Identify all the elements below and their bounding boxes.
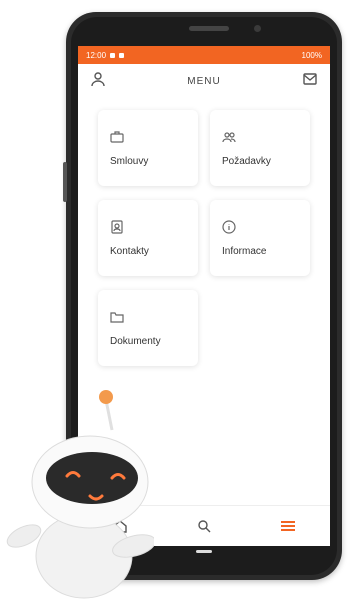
menu-card-label: Smlouvy [110,156,149,167]
mail-icon[interactable] [302,71,318,92]
robot-mascot [6,390,154,599]
menu-card-pozadavky[interactable]: Požadavky [210,110,310,186]
phone-camera [254,25,261,32]
people-icon [222,132,236,143]
menu-card-label: Dokumenty [110,336,161,347]
menu-card-label: Kontakty [110,246,149,257]
notification-icon [110,52,116,58]
app-bar: MENU [78,64,330,98]
home-indicator [196,550,212,553]
menu-card-label: Požadavky [222,156,271,167]
info-icon [222,220,236,234]
search-icon[interactable] [192,514,216,538]
folder-icon [110,312,124,323]
status-time: 12:00 [86,50,107,60]
menu-icon[interactable] [276,514,300,538]
user-icon[interactable] [90,71,106,92]
notification-icon [119,52,125,58]
menu-card-label: Informace [222,246,267,257]
contacts-icon [111,220,123,234]
status-bar: 12:00 100% [78,46,330,64]
side-button [63,162,67,202]
briefcase-icon [110,131,124,143]
page-title: MENU [187,75,221,87]
menu-card-kontakty[interactable]: Kontakty [98,200,198,276]
menu-card-informace[interactable]: Informace [210,200,310,276]
battery-level: 100% [301,50,322,60]
menu-card-dokumenty[interactable]: Dokumenty [98,290,198,366]
phone-speaker [189,26,229,31]
menu-card-smlouvy[interactable]: Smlouvy [98,110,198,186]
